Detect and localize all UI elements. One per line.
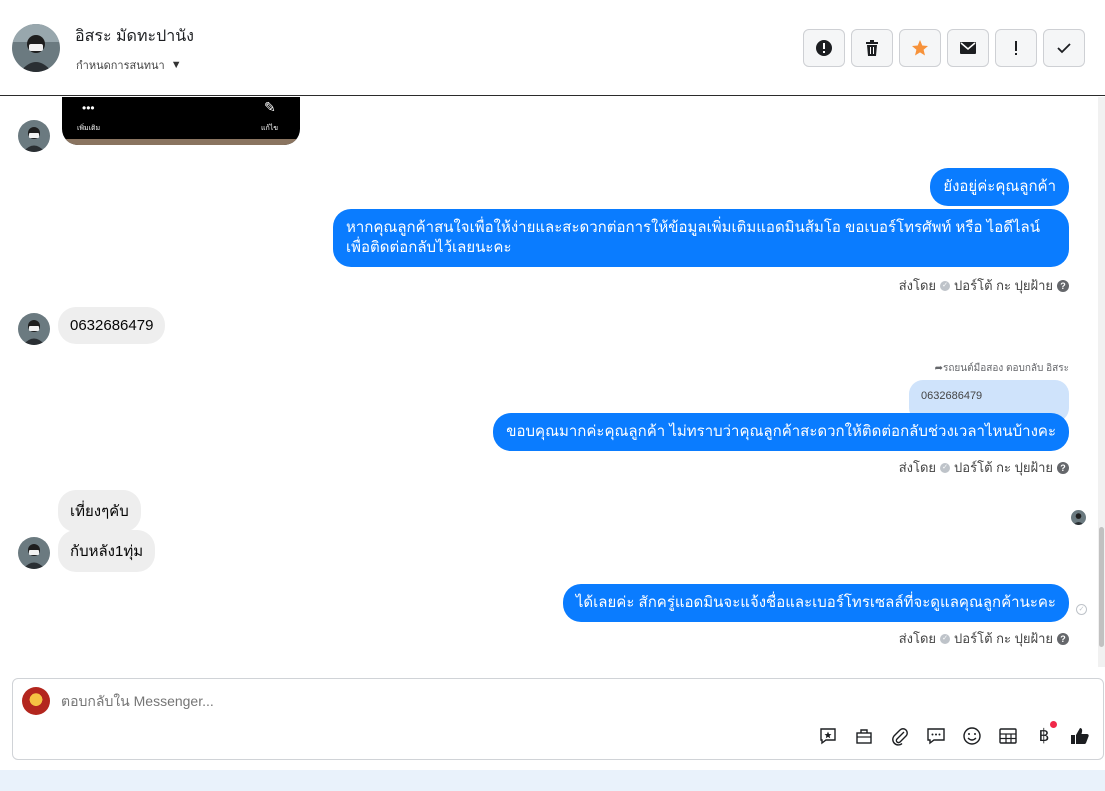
sender-name: ปอร์โต้ กะ ปุยฝ้าย	[954, 278, 1053, 293]
composer-toolbar: ฿	[817, 721, 1091, 747]
more-icon[interactable]: •••	[82, 101, 95, 115]
sent-status-icon: ✓	[1076, 604, 1087, 615]
chat-button[interactable]	[925, 725, 947, 747]
delete-button[interactable]	[851, 29, 893, 67]
contact-avatar-small[interactable]	[18, 313, 50, 345]
caret-down-icon: ▼	[170, 59, 182, 71]
trash-icon	[866, 40, 878, 56]
shop-button[interactable]	[853, 725, 875, 747]
scrollbar-thumb[interactable]	[1099, 527, 1104, 647]
saved-reply-icon	[820, 728, 836, 745]
sent-by-prefix: ส่งโดย	[898, 631, 937, 646]
table-button[interactable]	[997, 725, 1019, 747]
header-actions	[803, 29, 1085, 67]
shop-icon	[856, 729, 872, 744]
envelope-icon	[960, 42, 976, 54]
sent-by-info: ส่งโดย ✓ ปอร์โต้ กะ ปุยฝ้าย ?	[899, 275, 1069, 296]
thread-scrollbar[interactable]	[1098, 97, 1105, 667]
seen-avatar	[1071, 510, 1086, 525]
saved-reply-button[interactable]	[817, 725, 839, 747]
sender-name: ปอร์โต้ กะ ปุยฝ้าย	[954, 631, 1053, 646]
assign-label: กำหนดการสนทนา	[76, 60, 165, 72]
page-avatar	[22, 687, 50, 715]
reply-context-text: รถยนต์มือสอง ตอบกลับ อิสระ	[943, 363, 1069, 374]
outgoing-message[interactable]: ขอบคุณมากค่ะคุณลูกค้า ไม่ทราบว่าคุณลูกค้…	[493, 413, 1069, 451]
outgoing-message[interactable]: ยังอยู่ค่ะคุณลูกค้า	[930, 168, 1069, 206]
page-footer-strip	[0, 770, 1105, 791]
conversation-header: อิสระ มัดทะปานัง กำหนดการสนทนา ▼	[0, 0, 1105, 96]
contact-avatar[interactable]	[12, 24, 60, 72]
sender-name: ปอร์โต้ กะ ปุยฝ้าย	[954, 460, 1053, 475]
alert-circle-icon	[816, 40, 832, 56]
help-icon[interactable]: ?	[1057, 632, 1069, 645]
shared-image-card[interactable]: ••• เพิ่มเติม ✎ แก้ไข	[62, 97, 300, 145]
contact-avatar-small[interactable]	[18, 120, 50, 152]
incoming-message[interactable]: 0632686479	[58, 307, 166, 344]
incoming-message[interactable]: เที่ยงๆคับ	[58, 490, 141, 532]
payment-button[interactable]: ฿	[1033, 721, 1057, 747]
contact-name[interactable]: อิสระ มัดทะปานัง	[75, 24, 194, 49]
image-more-label: เพิ่มเติม	[77, 125, 101, 132]
contact-avatar-small[interactable]	[18, 537, 50, 569]
verified-icon: ✓	[940, 280, 951, 291]
chat-bubble-icon	[927, 728, 945, 745]
emoji-icon	[963, 727, 981, 745]
reply-arrow-icon: ➦	[934, 363, 943, 374]
pencil-icon[interactable]: ✎	[264, 99, 276, 116]
follow-up-button[interactable]	[995, 29, 1037, 67]
image-preview-strip	[62, 139, 300, 145]
sent-by-info: ส่งโดย ✓ ปอร์โต้ กะ ปุยฝ้าย ?	[899, 628, 1069, 649]
sent-by-prefix: ส่งโดย	[898, 278, 937, 293]
help-icon[interactable]: ?	[1057, 279, 1069, 292]
mark-unread-button[interactable]	[947, 29, 989, 67]
reply-composer: ฿	[12, 678, 1104, 760]
outgoing-message[interactable]: ได้เลยค่ะ สักครู่แอดมินจะแจ้งชื่อและเบอร…	[562, 584, 1069, 622]
attach-button[interactable]	[889, 725, 911, 747]
paperclip-icon	[892, 728, 908, 746]
verified-icon: ✓	[940, 462, 951, 473]
mark-spam-button[interactable]	[803, 29, 845, 67]
notification-dot	[1050, 721, 1057, 728]
assign-conversation-dropdown[interactable]: กำหนดการสนทนา ▼	[76, 56, 182, 74]
check-icon	[1057, 43, 1071, 54]
emoji-button[interactable]	[961, 725, 983, 747]
like-button[interactable]	[1069, 725, 1091, 747]
image-edit-label: แก้ไข	[261, 125, 279, 132]
help-icon[interactable]: ?	[1057, 461, 1069, 474]
like-icon	[1071, 728, 1089, 744]
exclamation-icon	[1015, 41, 1017, 55]
sent-by-prefix: ส่งโดย	[898, 460, 937, 475]
reply-context: ➦รถยนต์มือสอง ตอบกลับ อิสระ	[935, 361, 1069, 376]
messenger-inbox-page: อิสระ มัดทะปานัง กำหนดการสนทนา ▼ ••• เพิ…	[0, 0, 1105, 791]
table-icon	[999, 728, 1017, 744]
sent-by-info: ส่งโดย ✓ ปอร์โต้ กะ ปุยฝ้าย ?	[899, 457, 1069, 478]
baht-icon: ฿	[1038, 726, 1050, 745]
star-button[interactable]	[899, 29, 941, 67]
mark-done-button[interactable]	[1043, 29, 1085, 67]
reply-input[interactable]	[61, 693, 761, 709]
outgoing-message[interactable]: หากคุณลูกค้าสนใจเพื่อให้ง่ายและสะดวกต่อก…	[333, 209, 1069, 267]
incoming-message[interactable]: กับหลัง1ทุ่ม	[58, 530, 156, 572]
verified-icon: ✓	[940, 633, 951, 644]
star-icon	[912, 40, 928, 56]
